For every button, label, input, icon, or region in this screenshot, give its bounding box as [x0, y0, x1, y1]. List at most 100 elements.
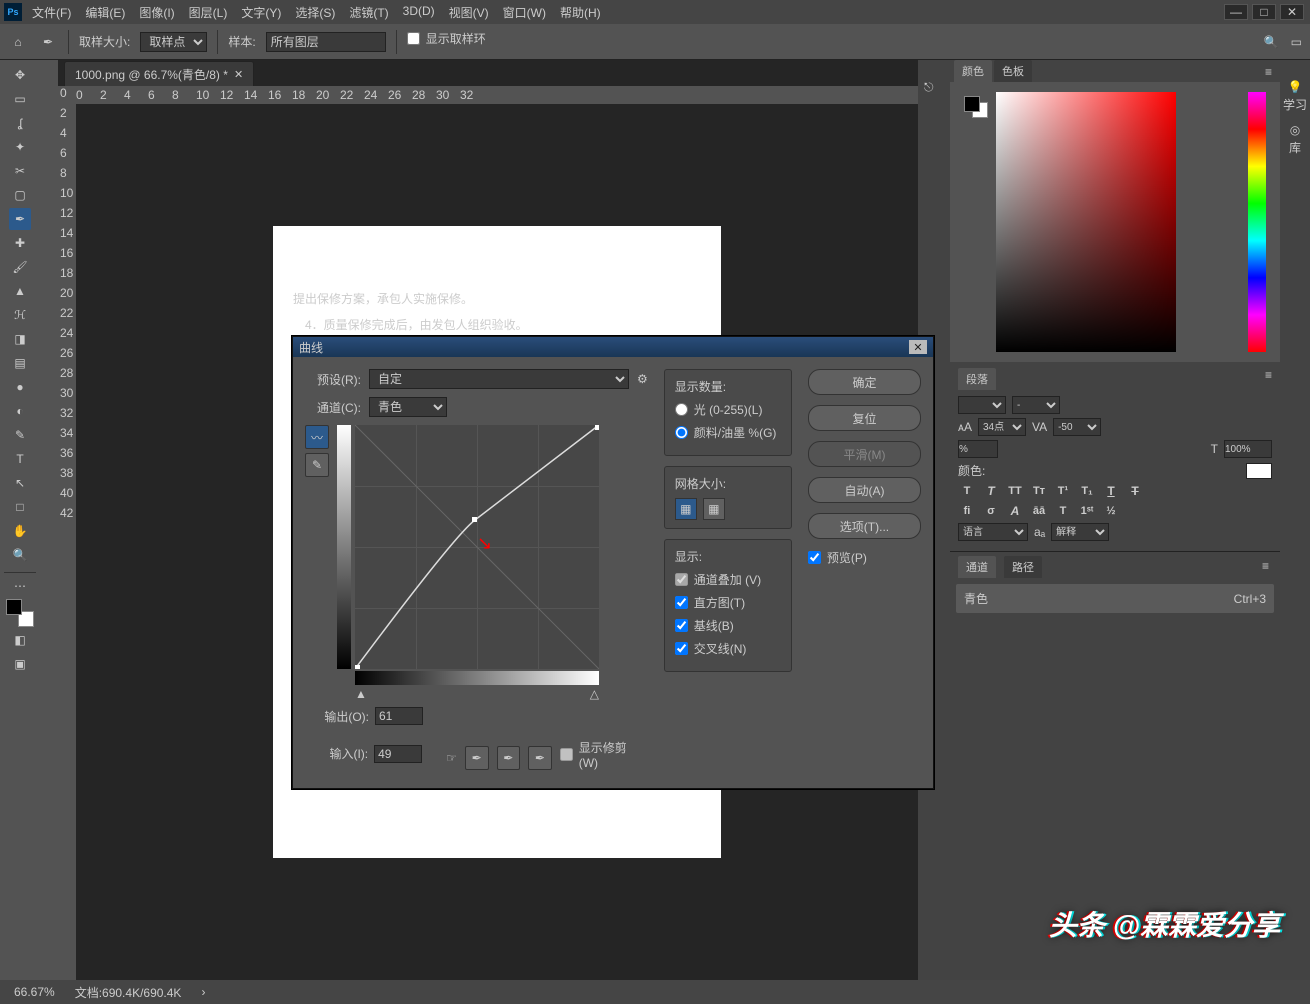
scale-h-input[interactable]	[958, 440, 998, 458]
tool-marquee[interactable]: ▭	[9, 88, 31, 110]
ok-button[interactable]: 确定	[808, 369, 921, 395]
lig-icon[interactable]: fi	[958, 503, 976, 519]
chevron-right-icon[interactable]: ›	[201, 985, 205, 999]
menu-type[interactable]: 文字(Y)	[241, 4, 281, 21]
learn-button[interactable]: 💡学习	[1283, 80, 1307, 113]
quickmask-toggle[interactable]: ◧	[9, 629, 31, 651]
maximize-button[interactable]: □	[1252, 4, 1276, 20]
font-family-select[interactable]	[958, 396, 1006, 414]
black-eyedropper[interactable]: ✒	[465, 746, 489, 770]
tool-pen[interactable]: ✎	[9, 424, 31, 446]
tool-type[interactable]: T	[9, 448, 31, 470]
sample-value-input[interactable]	[266, 32, 386, 52]
panel-menu-icon[interactable]: ≡	[1265, 368, 1272, 390]
super-icon[interactable]: T¹	[1054, 483, 1072, 499]
menu-view[interactable]: 视图(V)	[449, 4, 489, 21]
tool-path-select[interactable]: ↖	[9, 472, 31, 494]
strike-icon[interactable]: T	[1126, 483, 1144, 499]
tool-eyedropper[interactable]: ✒	[9, 208, 31, 230]
close-tab-icon[interactable]: ✕	[234, 68, 243, 81]
search-icon[interactable]: 🔍	[1264, 35, 1279, 49]
preview-checkbox[interactable]: 预览(P)	[808, 549, 921, 566]
tracking-select[interactable]: -50	[1053, 418, 1101, 436]
bold-icon[interactable]: T	[958, 483, 976, 499]
current-tool-icon[interactable]: ✒	[38, 32, 58, 52]
aa-select[interactable]: 解释	[1051, 523, 1109, 541]
channel-select[interactable]: 青色	[369, 397, 447, 417]
channel-item-cyan[interactable]: 青色 Ctrl+3	[956, 584, 1274, 613]
home-icon[interactable]: ⌂	[8, 32, 28, 52]
tool-lasso[interactable]: ʆ	[9, 112, 31, 134]
show-ring-checkbox[interactable]: 显示取样环	[407, 30, 486, 47]
hue-slider[interactable]	[1248, 92, 1266, 352]
tab-channel[interactable]: 通道	[958, 556, 996, 578]
text-color-swatch[interactable]	[1246, 463, 1272, 479]
dialog-close-button[interactable]: ✕	[909, 340, 927, 354]
panel-menu-icon[interactable]: ≡	[1257, 62, 1280, 82]
tab-swatches[interactable]: 色板	[994, 60, 1032, 82]
adjustments-icon[interactable]: ⎋	[918, 60, 950, 115]
font-style-select[interactable]: -	[1012, 396, 1060, 414]
menu-layer[interactable]: 图层(L)	[189, 4, 228, 21]
italic-icon[interactable]: T	[982, 483, 1000, 499]
sub-icon[interactable]: T₁	[1078, 483, 1096, 499]
tool-frame[interactable]: ▢	[9, 184, 31, 206]
color-field[interactable]	[996, 92, 1176, 352]
tool-move[interactable]: ✥	[9, 64, 31, 86]
input-input[interactable]	[374, 745, 422, 763]
tool-blur[interactable]: ●	[9, 376, 31, 398]
underline-icon[interactable]: T	[1102, 483, 1120, 499]
menu-image[interactable]: 图像(I)	[139, 4, 174, 21]
smallcaps-icon[interactable]: Tᴛ	[1030, 483, 1048, 499]
tool-brush[interactable]: 🖌	[9, 256, 31, 278]
titling-icon[interactable]: āā	[1030, 503, 1048, 519]
panel-menu-icon[interactable]: ≡	[1259, 556, 1272, 578]
grid-large-button[interactable]: ▦	[703, 498, 725, 520]
allcaps-icon[interactable]: TT	[1006, 483, 1024, 499]
fraction-icon[interactable]: 1ˢᵗ	[1078, 503, 1096, 519]
menu-help[interactable]: 帮助(H)	[560, 4, 601, 21]
curve-pencil-tool[interactable]: ✎	[305, 453, 329, 477]
document-tab[interactable]: 1000.png @ 66.7%(青色/8) * ✕	[64, 61, 254, 86]
tool-rectangle[interactable]: □	[9, 496, 31, 518]
grid-small-button[interactable]: ▦	[675, 498, 697, 520]
preset-select[interactable]: 自定	[369, 369, 629, 389]
curve-grid[interactable]: ↘	[355, 425, 599, 669]
show-clipping-checkbox[interactable]: 显示修剪 (W)	[560, 739, 648, 770]
menu-select[interactable]: 选择(S)	[295, 4, 335, 21]
font-size-select[interactable]: 34点	[978, 418, 1026, 436]
menu-3d[interactable]: 3D(D)	[403, 4, 435, 21]
curve-point-tool[interactable]: 〰	[305, 425, 329, 449]
reset-button[interactable]: 复位	[808, 405, 921, 431]
tool-heal[interactable]: ✚	[9, 232, 31, 254]
chk-histogram[interactable]: 直方图(T)	[675, 594, 781, 611]
tab-paragraph[interactable]: 段落	[958, 368, 996, 390]
fgbg-swatches[interactable]	[6, 599, 34, 627]
on-image-adjust-icon[interactable]: ☞	[446, 751, 457, 765]
radio-light[interactable]: 光 (0-255)(L)	[675, 401, 781, 418]
ordinal-icon[interactable]: T	[1054, 503, 1072, 519]
menu-edit[interactable]: 编辑(E)	[85, 4, 125, 21]
menu-filter[interactable]: 滤镜(T)	[349, 4, 388, 21]
sample-size-select[interactable]: 取样点	[140, 32, 207, 52]
gear-icon[interactable]: ⚙	[637, 372, 648, 386]
oldstyle-icon[interactable]: σ	[982, 503, 1000, 519]
menu-file[interactable]: 文件(F)	[32, 4, 71, 21]
menu-window[interactable]: 窗口(W)	[503, 4, 546, 21]
zoom-level[interactable]: 66.67%	[14, 985, 55, 999]
tool-history-brush[interactable]: ℋ	[9, 304, 31, 326]
tab-color[interactable]: 颜色	[954, 60, 992, 82]
tool-hand[interactable]: ✋	[9, 520, 31, 542]
black-point-slider[interactable]: ▲	[355, 687, 367, 701]
library-button[interactable]: ◎库	[1289, 123, 1301, 156]
minimize-button[interactable]: —	[1224, 4, 1248, 20]
swash-icon[interactable]: A	[1006, 503, 1024, 519]
half-icon[interactable]: ½	[1102, 503, 1120, 519]
gray-eyedropper[interactable]: ✒	[497, 746, 521, 770]
options-button[interactable]: 选项(T)...	[808, 513, 921, 539]
tool-dodge[interactable]: ◐	[9, 400, 31, 422]
close-button[interactable]: ✕	[1280, 4, 1304, 20]
chk-overlay[interactable]: 通道叠加 (V)	[675, 571, 781, 588]
output-input[interactable]	[375, 707, 423, 725]
tool-wand[interactable]: ✦	[9, 136, 31, 158]
